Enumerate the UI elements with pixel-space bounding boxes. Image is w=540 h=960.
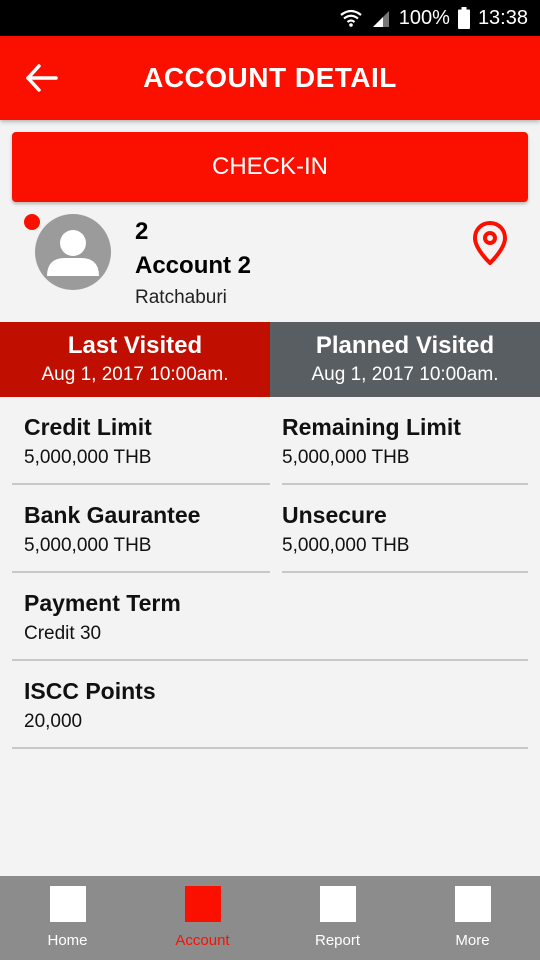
iscc-points-field: ISCC Points 20,000 bbox=[24, 678, 156, 733]
planned-visited-date: Aug 1, 2017 10:00am. bbox=[311, 364, 499, 385]
divider bbox=[12, 659, 528, 661]
nav-home-label: Home bbox=[47, 932, 88, 949]
nav-account[interactable]: Account bbox=[135, 876, 270, 960]
back-button[interactable] bbox=[22, 58, 62, 98]
iscc-points-value: 20,000 bbox=[24, 711, 83, 732]
account-icon bbox=[185, 886, 221, 922]
account-name: Account 2 bbox=[135, 252, 252, 279]
home-icon bbox=[50, 886, 86, 922]
last-visited-box: Last Visited Aug 1, 2017 10:00am. bbox=[0, 322, 270, 397]
avatar bbox=[35, 214, 111, 290]
status-dot bbox=[24, 214, 40, 230]
wifi-icon bbox=[340, 9, 362, 27]
bank-guarantee-value: 5,000,000 THB bbox=[24, 535, 152, 556]
credit-limit-value: 5,000,000 THB bbox=[24, 447, 152, 468]
bank-guarantee-field: Bank Gaurantee 5,000,000 THB bbox=[24, 502, 200, 557]
remaining-limit-label: Remaining Limit bbox=[282, 414, 461, 440]
payment-term-value: Credit 30 bbox=[24, 623, 102, 644]
signal-icon bbox=[372, 11, 389, 27]
page-title: ACCOUNT DETAIL bbox=[143, 62, 397, 93]
payment-term-label: Payment Term bbox=[24, 590, 181, 616]
report-icon bbox=[320, 886, 356, 922]
map-pin-button[interactable] bbox=[472, 220, 508, 266]
planned-visited-box: Planned Visited Aug 1, 2017 10:00am. bbox=[270, 322, 540, 397]
account-location: Ratchaburi bbox=[135, 287, 227, 308]
user-icon bbox=[47, 230, 99, 276]
status-bar: 100% 13:38 bbox=[0, 0, 540, 36]
divider bbox=[282, 483, 528, 485]
nav-home[interactable]: Home bbox=[0, 876, 135, 960]
check-in-button[interactable]: CHECK-IN bbox=[12, 132, 528, 202]
nav-more-label: More bbox=[455, 932, 490, 949]
bank-guarantee-label: Bank Gaurantee bbox=[24, 502, 201, 528]
unsecure-field: Unsecure 5,000,000 THB bbox=[282, 502, 409, 557]
status-indicators: 100% 13:38 bbox=[339, 0, 528, 36]
bottom-nav: Home Account Report More bbox=[0, 876, 540, 960]
divider bbox=[12, 483, 270, 485]
last-visited-date: Aug 1, 2017 10:00am. bbox=[41, 364, 229, 385]
last-visited-label: Last Visited bbox=[67, 332, 203, 359]
nav-account-label: Account bbox=[175, 932, 230, 949]
credit-limit-label: Credit Limit bbox=[24, 414, 152, 440]
arrow-left-icon bbox=[26, 64, 58, 92]
remaining-limit-field: Remaining Limit 5,000,000 THB bbox=[282, 414, 461, 469]
app-header: ACCOUNT DETAIL bbox=[0, 36, 540, 120]
divider bbox=[282, 571, 528, 573]
planned-visited-label: Planned Visited bbox=[315, 332, 495, 359]
unsecure-value: 5,000,000 THB bbox=[282, 535, 410, 556]
battery-percent: 100% bbox=[398, 6, 450, 29]
account-number: 2 bbox=[135, 218, 149, 245]
nav-report[interactable]: Report bbox=[270, 876, 405, 960]
more-icon bbox=[455, 886, 491, 922]
remaining-limit-value: 5,000,000 THB bbox=[282, 447, 410, 468]
iscc-points-label: ISCC Points bbox=[24, 678, 156, 704]
divider bbox=[12, 571, 270, 573]
battery-icon bbox=[457, 7, 470, 29]
clock: 13:38 bbox=[477, 6, 528, 29]
unsecure-label: Unsecure bbox=[282, 502, 387, 528]
nav-more[interactable]: More bbox=[405, 876, 540, 960]
map-pin-icon bbox=[473, 221, 507, 265]
divider bbox=[12, 747, 528, 749]
payment-term-field: Payment Term Credit 30 bbox=[24, 590, 181, 645]
credit-limit-field: Credit Limit 5,000,000 THB bbox=[24, 414, 152, 469]
nav-report-label: Report bbox=[314, 932, 361, 949]
